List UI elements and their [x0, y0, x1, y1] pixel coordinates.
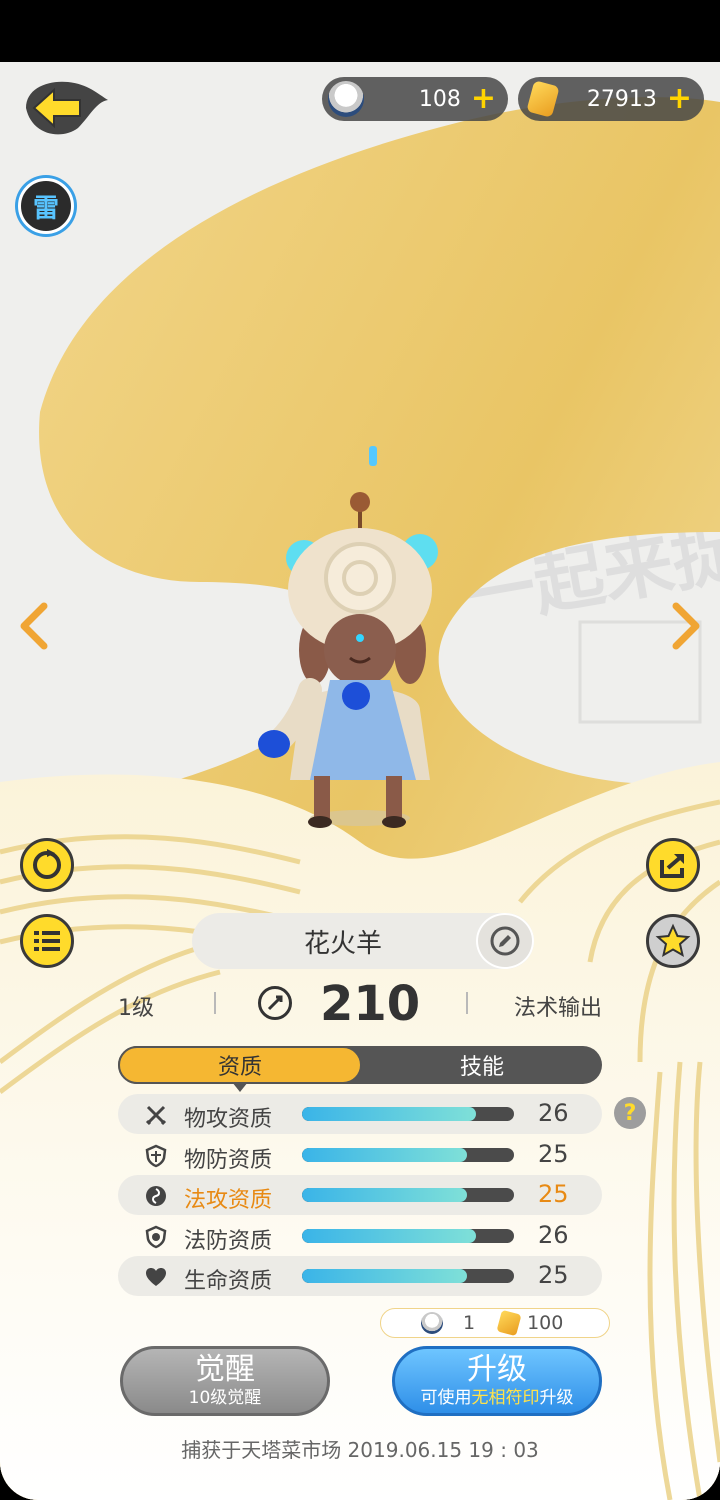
attr-bar	[302, 1269, 514, 1283]
next-pet-button[interactable]	[666, 596, 706, 656]
upgrade-button[interactable]: 升级 可使用无相符印升级	[392, 1346, 602, 1416]
attr-row-magic-attack: 法攻资质 25	[118, 1175, 602, 1215]
attr-bar	[302, 1107, 514, 1121]
soul-currency[interactable]: 108 +	[322, 77, 508, 121]
heart-icon	[146, 1268, 166, 1286]
pet-name-bar: 花火羊	[192, 913, 534, 969]
attr-value: 26	[538, 1099, 569, 1127]
element-badge: 雷	[18, 178, 74, 234]
pet-role: 法术输出	[513, 996, 602, 1021]
attr-row-health: 生命资质 25	[118, 1256, 602, 1296]
refresh-button[interactable]	[20, 838, 74, 892]
soul-cost: 1	[463, 1312, 476, 1334]
pet-model[interactable]	[240, 440, 480, 840]
aptitude-list: 物攻资质 26 物防资质 25 法攻资质 25 法防资质 26 生命资质 25	[118, 1094, 602, 1297]
chevron-left-icon	[20, 602, 48, 650]
attr-bar	[302, 1188, 514, 1202]
crystal-count: 27913	[586, 86, 657, 112]
pencil-icon	[490, 926, 520, 956]
add-crystal-button[interactable]: +	[667, 84, 692, 114]
attr-value: 26	[538, 1220, 569, 1249]
crystal-cost: 100	[527, 1312, 564, 1334]
attr-bar	[302, 1147, 514, 1162]
back-arrow-icon	[26, 81, 108, 135]
pet-detail-screen: 一起来捉 妖 雷 108 +	[0, 0, 720, 1500]
chevron-right-icon	[672, 602, 700, 650]
attr-label: 生命资质	[184, 1269, 273, 1294]
detail-tabs: 资质 技能	[118, 1046, 602, 1092]
attr-bar	[302, 1228, 514, 1243]
pet-level: 1级	[118, 996, 154, 1021]
combat-power: 210	[320, 976, 421, 1032]
upgrade-subtitle-item: 无相符印	[471, 1388, 540, 1408]
prev-pet-button[interactable]	[14, 596, 54, 656]
attr-row-physical-attack: 物攻资质 26	[118, 1094, 602, 1134]
attr-value: 25	[538, 1180, 569, 1208]
upgrade-subtitle-prefix: 可使用	[420, 1388, 472, 1408]
soul-icon	[328, 81, 364, 117]
crystal-icon	[496, 1309, 522, 1337]
upgrade-subtitle-suffix: 升级	[539, 1388, 574, 1408]
attr-value: 25	[538, 1261, 569, 1289]
status-bar	[0, 0, 720, 62]
favorite-button[interactable]	[646, 914, 700, 968]
awaken-button[interactable]: 觉醒 10级觉醒	[120, 1346, 330, 1416]
refresh-icon	[33, 849, 61, 879]
magic-shield-icon	[145, 1225, 167, 1248]
soul-count: 108	[418, 86, 461, 112]
tab-skills[interactable]: 技能	[362, 1046, 602, 1084]
attr-label: 法攻资质	[184, 1188, 273, 1213]
divider	[214, 992, 216, 1014]
star-icon	[655, 923, 691, 958]
help-button[interactable]: ?	[614, 1097, 646, 1129]
attr-label: 物防资质	[184, 1147, 273, 1173]
upgrade-cost: 1 100	[380, 1308, 610, 1338]
power-icon	[258, 986, 292, 1020]
attr-row-magic-defense: 法防资质 26	[118, 1216, 602, 1256]
tab-aptitude[interactable]: 资质	[118, 1046, 362, 1092]
divider	[466, 992, 468, 1014]
attr-row-physical-defense: 物防资质 25	[118, 1135, 602, 1175]
share-button[interactable]	[646, 838, 700, 892]
soul-icon	[421, 1312, 443, 1334]
attr-label: 物攻资质	[184, 1107, 273, 1132]
attr-label: 法防资质	[184, 1228, 273, 1254]
attr-value: 25	[538, 1139, 569, 1168]
rename-button[interactable]	[476, 913, 534, 969]
capture-info: 捕获于天塔菜市场 2019.06.15 19 : 03	[181, 1438, 539, 1462]
shield-icon	[145, 1144, 167, 1167]
crystal-icon	[526, 80, 560, 118]
crystal-currency[interactable]: 27913 +	[518, 77, 704, 121]
back-button[interactable]	[18, 76, 110, 140]
list-icon	[34, 931, 60, 951]
pet-summary: 1级 210 法术输出	[118, 976, 602, 1032]
upgrade-title: 升级	[467, 1352, 527, 1387]
swords-icon	[145, 1105, 167, 1126]
awaken-title: 觉醒	[195, 1352, 255, 1387]
share-icon	[660, 854, 684, 878]
awaken-subtitle: 10级觉醒	[188, 1388, 262, 1408]
magic-orb-icon	[146, 1186, 166, 1206]
add-soul-button[interactable]: +	[471, 84, 496, 114]
list-button[interactable]	[20, 914, 74, 968]
upgrade-subtitle: 可使用无相符印升级	[395, 1387, 599, 1409]
pet-name: 花火羊	[303, 928, 382, 959]
